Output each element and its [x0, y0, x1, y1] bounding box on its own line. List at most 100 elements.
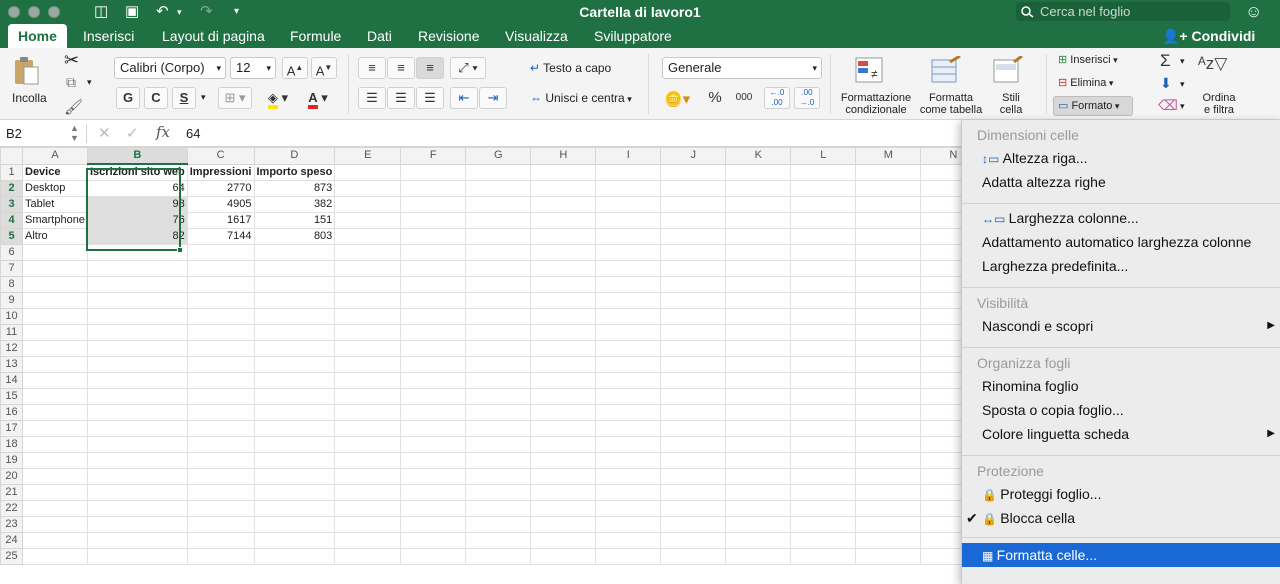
cell[interactable]: [595, 356, 662, 373]
cell[interactable]: [87, 548, 188, 565]
sort-filter-button[interactable]: ᴬz▽: [1198, 54, 1227, 74]
cell[interactable]: [87, 468, 188, 485]
cell[interactable]: [22, 388, 88, 405]
cell[interactable]: [465, 276, 532, 293]
cell[interactable]: [334, 276, 402, 293]
cell[interactable]: [400, 420, 467, 437]
cell[interactable]: [660, 372, 727, 389]
cell[interactable]: [790, 340, 857, 357]
cell[interactable]: [855, 436, 922, 453]
column-header[interactable]: F: [400, 147, 467, 165]
cell[interactable]: [660, 163, 727, 181]
cell[interactable]: [253, 388, 336, 405]
cell[interactable]: [87, 452, 188, 469]
cell[interactable]: [22, 436, 88, 453]
cell[interactable]: [725, 244, 792, 261]
row-header[interactable]: 5: [0, 228, 23, 245]
column-header[interactable]: A: [22, 147, 88, 165]
zoom-window-button[interactable]: [48, 6, 60, 18]
eraser-icon[interactable]: ⌫: [1158, 97, 1178, 114]
column-header[interactable]: B: [87, 147, 188, 165]
conditional-formatting-button[interactable]: ≠: [854, 56, 888, 89]
font-name-select[interactable]: Calibri (Corpo) ▾: [114, 57, 226, 79]
font-color-button[interactable]: A ▾: [300, 87, 336, 109]
cell[interactable]: [660, 324, 727, 341]
cell[interactable]: [87, 436, 188, 453]
cell[interactable]: [334, 420, 402, 437]
cell[interactable]: [725, 388, 792, 405]
cell[interactable]: [530, 356, 597, 373]
cell[interactable]: [660, 420, 727, 437]
cell[interactable]: 64: [87, 180, 188, 197]
cell[interactable]: [725, 548, 792, 565]
cell[interactable]: [22, 548, 88, 565]
cell[interactable]: [855, 372, 922, 389]
cell[interactable]: [530, 484, 597, 501]
cell[interactable]: [465, 532, 532, 549]
cell[interactable]: [186, 372, 255, 389]
feedback-smiley-icon[interactable]: ☺: [1245, 2, 1265, 22]
cell[interactable]: [465, 404, 532, 421]
cell[interactable]: [22, 260, 88, 277]
cell[interactable]: [400, 276, 467, 293]
cell[interactable]: [253, 500, 336, 517]
cell[interactable]: [334, 532, 402, 549]
cell[interactable]: [334, 196, 402, 213]
cut-icon[interactable]: ✂: [64, 50, 79, 71]
cell[interactable]: 7144: [186, 228, 255, 245]
search-input[interactable]: [1040, 2, 1226, 21]
cell[interactable]: [186, 468, 255, 485]
cell[interactable]: [855, 244, 922, 261]
cell[interactable]: [465, 468, 532, 485]
cell[interactable]: [595, 212, 662, 229]
menu-item-row-height[interactable]: ↕▭ Altezza riga...: [962, 146, 1280, 170]
cell[interactable]: [253, 324, 336, 341]
cell[interactable]: [855, 212, 922, 229]
increase-decimal-button[interactable]: ←.0.00: [764, 87, 790, 109]
select-all-corner[interactable]: [0, 147, 23, 165]
cell[interactable]: [334, 324, 402, 341]
cell[interactable]: [87, 420, 188, 437]
cell[interactable]: [660, 500, 727, 517]
cell[interactable]: [725, 404, 792, 421]
cell[interactable]: [725, 516, 792, 533]
insert-cells-button[interactable]: ⊞ Inserisci ▾: [1058, 53, 1118, 66]
cell[interactable]: [530, 276, 597, 293]
autosum-icon[interactable]: Σ: [1160, 51, 1171, 71]
name-box-stepper-icon[interactable]: ▲ ▼: [70, 123, 79, 143]
bold-button[interactable]: G: [116, 87, 140, 109]
cell[interactable]: [595, 196, 662, 213]
cell[interactable]: [595, 276, 662, 293]
cell[interactable]: [595, 468, 662, 485]
cell[interactable]: [400, 340, 467, 357]
cell[interactable]: [87, 356, 188, 373]
close-window-button[interactable]: [8, 6, 20, 18]
cell[interactable]: [595, 292, 662, 309]
paste-button[interactable]: [12, 56, 40, 85]
cell[interactable]: [253, 468, 336, 485]
cell[interactable]: [87, 372, 188, 389]
cell[interactable]: [725, 228, 792, 245]
cell[interactable]: [22, 340, 88, 357]
cell[interactable]: [465, 308, 532, 325]
cell[interactable]: [725, 276, 792, 293]
cell[interactable]: [855, 500, 922, 517]
cell[interactable]: [465, 548, 532, 565]
cell[interactable]: [465, 324, 532, 341]
align-bottom-button[interactable]: ≡: [416, 57, 444, 79]
cell[interactable]: [22, 372, 88, 389]
cell[interactable]: [465, 436, 532, 453]
cell[interactable]: [725, 372, 792, 389]
cell[interactable]: [186, 308, 255, 325]
cell[interactable]: [400, 404, 467, 421]
cell[interactable]: [660, 404, 727, 421]
menu-item-rename-sheet[interactable]: Rinomina foglio: [962, 374, 1280, 398]
cell[interactable]: [660, 340, 727, 357]
cell[interactable]: [400, 292, 467, 309]
menu-item-tab-color[interactable]: Colore linguetta scheda ▶: [962, 422, 1280, 446]
cell[interactable]: [660, 196, 727, 213]
cell[interactable]: [595, 532, 662, 549]
cell[interactable]: [660, 356, 727, 373]
menu-item-move-copy-sheet[interactable]: Sposta o copia foglio...: [962, 398, 1280, 422]
cell[interactable]: [87, 308, 188, 325]
